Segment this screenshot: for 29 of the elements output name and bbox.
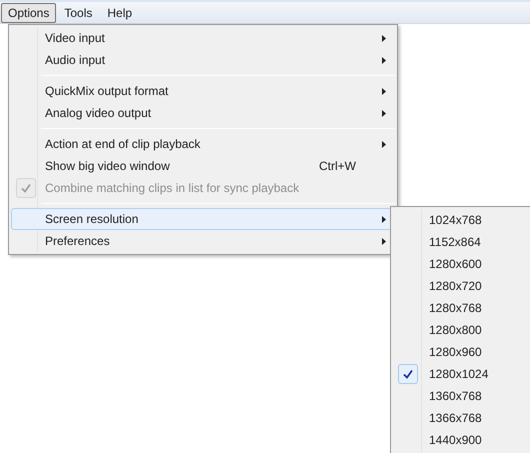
menu-item[interactable]: Action at end of clip playback (11, 133, 395, 155)
menu-item[interactable]: 1366x768 (393, 407, 530, 429)
menu-item[interactable]: 1280x800 (393, 319, 530, 341)
submenu-arrow-icon (382, 88, 386, 94)
menu-item[interactable]: Audio input (11, 49, 395, 71)
menu-item[interactable]: Video input (11, 27, 395, 49)
menu-bar-item[interactable]: Help (100, 2, 140, 22)
menu-item[interactable]: 1280x720 (393, 275, 530, 297)
submenu-arrow-icon (382, 238, 386, 244)
submenu-arrow-icon (382, 56, 386, 64)
menu-item[interactable]: 1280x768 (393, 297, 530, 319)
menu-item[interactable]: 1360x768 (393, 385, 530, 407)
menu-item[interactable]: QuickMix output format (11, 80, 395, 102)
menu-item[interactable]: 1280x960 (393, 341, 530, 363)
menu-item[interactable]: 1280x600 (393, 253, 530, 275)
menu-item[interactable]: 1024x768 (393, 209, 530, 231)
menu-item[interactable]: Preferences (11, 230, 395, 252)
menu-item[interactable]: 1152x864 (393, 231, 530, 253)
submenu-arrow-icon (382, 216, 386, 222)
menu-item[interactable]: 1440x900 (393, 429, 530, 451)
menu-bar-item[interactable]: Options (1, 2, 56, 22)
menu-item[interactable]: Show big video window Ctrl+W (11, 155, 395, 177)
menu-item[interactable]: Analog video output (11, 102, 395, 124)
submenu-arrow-icon (382, 34, 386, 42)
submenu-arrow-icon (382, 110, 386, 116)
menu-item[interactable]: 1280x1024 (393, 363, 530, 385)
shortcut-label: Ctrl+W (319, 158, 356, 175)
submenu-arrow-icon (382, 140, 386, 148)
menu-bar-item[interactable]: Tools (57, 2, 100, 22)
